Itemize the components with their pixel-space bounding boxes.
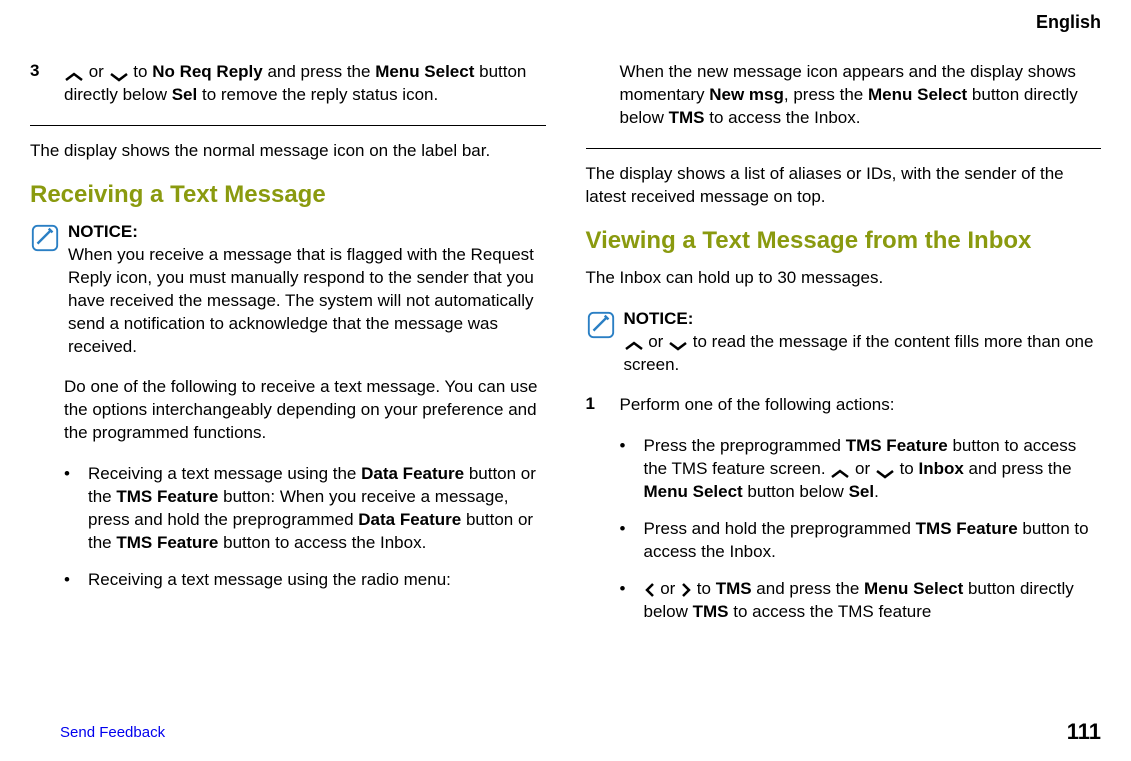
label-menu-select: Menu Select (375, 62, 474, 81)
heading-receiving: Receiving a Text Message (30, 181, 546, 209)
text: and press the (964, 459, 1072, 478)
label-tms-feature: TMS Feature (846, 436, 948, 455)
list-item: • Press and hold the preprogrammed TMS F… (620, 518, 1102, 564)
bullet-list: • Receiving a text message using the Dat… (64, 463, 546, 592)
list-item: • or to TMS and press the Menu Select bu… (620, 578, 1102, 624)
notice-text: NOTICE: When you receive a message that … (68, 221, 546, 359)
bullet-marker: • (620, 518, 644, 564)
notice-block: NOTICE: or to read the message if the co… (586, 308, 1102, 377)
bullet-marker: • (64, 463, 88, 555)
list-item: • Press the preprogrammed TMS Feature bu… (620, 435, 1102, 504)
text: to (895, 459, 919, 478)
label-menu-select: Menu Select (644, 482, 743, 501)
text: button below (743, 482, 849, 501)
label-inbox: Inbox (918, 459, 963, 478)
chevron-up-icon (624, 336, 644, 348)
paragraph: The display shows the normal message ico… (30, 140, 546, 163)
paragraph: Do one of the following to receive a tex… (64, 376, 546, 445)
text: and press the (752, 579, 864, 598)
notice-icon (30, 223, 60, 253)
text: , press the (784, 85, 868, 104)
label-menu-select: Menu Select (868, 85, 967, 104)
label-tms-feature: TMS Feature (916, 519, 1018, 538)
step-body: or to No Req Reply and press the Menu Se… (64, 61, 546, 107)
label-sel: Sel (172, 85, 198, 104)
chevron-down-icon (668, 336, 688, 348)
page-number: 111 (1067, 719, 1101, 745)
text: . (874, 482, 879, 501)
bullet-marker: • (620, 578, 644, 624)
label-tms-feature: TMS Feature (116, 533, 218, 552)
paragraph: When the new message icon appears and th… (620, 61, 1102, 130)
divider (30, 125, 546, 126)
bullet-body: or to TMS and press the Menu Select butt… (644, 578, 1102, 624)
text: to access the TMS feature (729, 602, 932, 621)
step-body: Perform one of the following actions: (620, 394, 895, 417)
list-item: • Receiving a text message using the rad… (64, 569, 546, 592)
label-noreqreply: No Req Reply (152, 62, 263, 81)
heading-viewing: Viewing a Text Message from the Inbox (586, 227, 1102, 255)
chevron-right-icon (680, 582, 692, 598)
text: or (656, 579, 681, 598)
right-column: When the new message icon appears and th… (586, 61, 1102, 638)
text: Receiving a text message using the (88, 464, 361, 483)
chevron-down-icon (875, 464, 895, 476)
label-tms: TMS (669, 108, 705, 127)
divider (586, 148, 1102, 149)
label-tms-feature: TMS Feature (116, 487, 218, 506)
step-number: 3 (30, 61, 64, 107)
chevron-left-icon (644, 582, 656, 598)
notice-text: NOTICE: or to read the message if the co… (624, 308, 1102, 377)
text: Press and hold the preprogrammed (644, 519, 916, 538)
left-column: 3 or to No Req Reply and press the Menu … (30, 61, 546, 638)
chevron-up-icon (830, 464, 850, 476)
list-item: • Receiving a text message using the Dat… (64, 463, 546, 555)
label-tms: TMS (693, 602, 729, 621)
bullet-body: Receiving a text message using the radio… (88, 569, 546, 592)
text: to remove the reply status icon. (197, 85, 438, 104)
bullet-list: • Press the preprogrammed TMS Feature bu… (620, 435, 1102, 624)
notice-label: NOTICE: (68, 222, 138, 241)
label-data-feature: Data Feature (361, 464, 464, 483)
text: to (129, 62, 153, 81)
text: or (850, 459, 875, 478)
text: to read the message if the content fills… (624, 332, 1094, 374)
step-3: 3 or to No Req Reply and press the Menu … (30, 61, 546, 107)
chevron-down-icon (109, 67, 129, 79)
chevron-up-icon (64, 67, 84, 79)
paragraph: The Inbox can hold up to 30 messages. (586, 267, 1102, 290)
bullet-body: Receiving a text message using the Data … (88, 463, 546, 555)
bullet-body: Press and hold the preprogrammed TMS Fea… (644, 518, 1102, 564)
text: or (644, 332, 669, 351)
text: or (84, 62, 109, 81)
header-language: English (30, 12, 1101, 33)
bullet-marker: • (64, 569, 88, 592)
two-column-layout: 3 or to No Req Reply and press the Menu … (30, 61, 1101, 638)
notice-icon (586, 310, 616, 340)
footer: Send Feedback 111 (0, 719, 1131, 745)
send-feedback-link[interactable]: Send Feedback (60, 724, 165, 741)
label-tms: TMS (716, 579, 752, 598)
text: to access the Inbox. (705, 108, 861, 127)
text: and press the (263, 62, 375, 81)
label-menu-select: Menu Select (864, 579, 963, 598)
step-1: 1 Perform one of the following actions: (586, 394, 1102, 417)
label-data-feature: Data Feature (358, 510, 461, 529)
notice-label: NOTICE: (624, 309, 694, 328)
text: button to access the Inbox. (218, 533, 426, 552)
notice-block: NOTICE: When you receive a message that … (30, 221, 546, 359)
paragraph: The display shows a list of aliases or I… (586, 163, 1102, 209)
text: Press the preprogrammed (644, 436, 846, 455)
document-page: English 3 or to No Req Reply and press t… (0, 0, 1131, 761)
label-newmsg: New msg (709, 85, 784, 104)
step-number: 1 (586, 394, 620, 417)
bullet-marker: • (620, 435, 644, 504)
notice-body: When you receive a message that is flagg… (68, 245, 534, 356)
bullet-body: Press the preprogrammed TMS Feature butt… (644, 435, 1102, 504)
text: to (692, 579, 716, 598)
label-sel: Sel (849, 482, 875, 501)
